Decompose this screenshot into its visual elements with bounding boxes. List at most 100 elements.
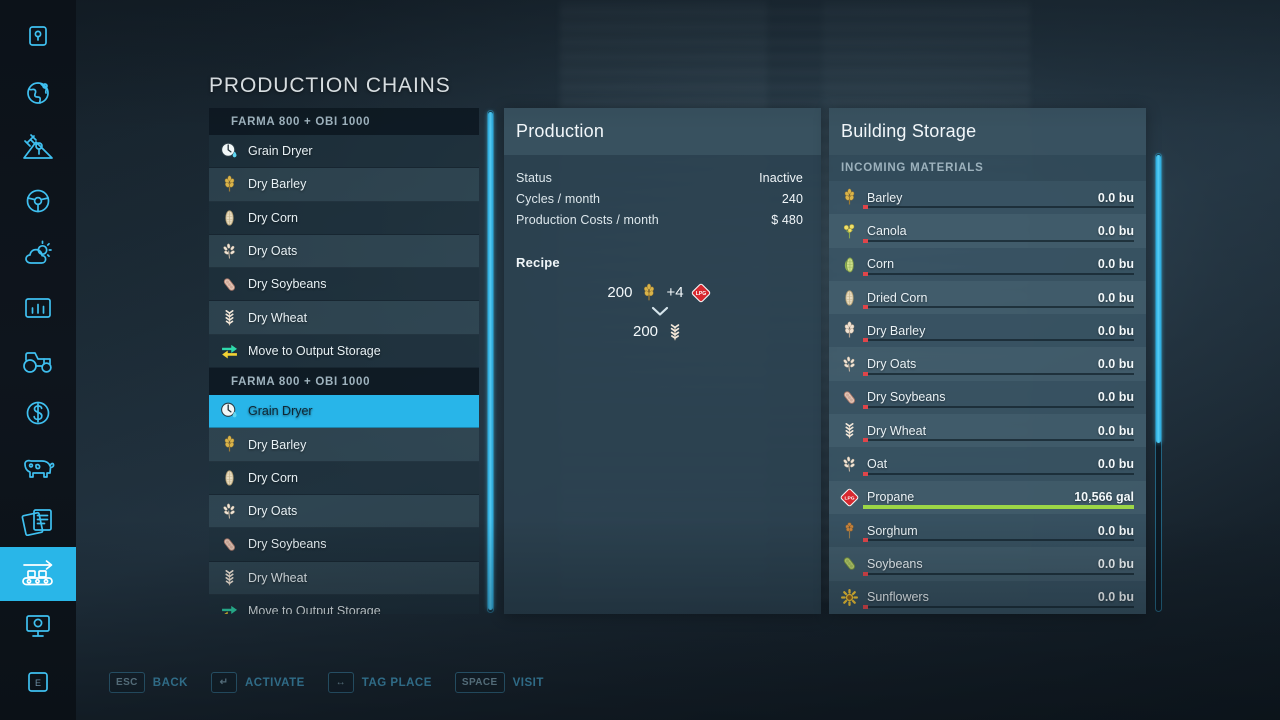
production-chain-list-panel: FARMA 800 + OBI 1000 Grain Dryer Dry Bar… <box>209 108 479 614</box>
steering-wheel-icon <box>22 185 54 217</box>
chain-list-item-label: Dry Soybeans <box>248 277 327 292</box>
chain-list-item[interactable]: Dry Soybeans <box>209 528 479 562</box>
sidebar-item-help-key[interactable]: E <box>0 655 76 709</box>
sidebar-item-map-marker[interactable] <box>0 10 76 64</box>
chain-list-item[interactable]: Dry Corn <box>209 461 479 495</box>
chain-list-item-label: Grain Dryer <box>248 144 313 159</box>
chain-list-item[interactable]: Dry Wheat <box>209 561 479 595</box>
production-stat-row: Cycles / month 240 <box>516 188 803 209</box>
help-action[interactable]: ESC BACK <box>109 672 188 693</box>
production-stat-label: Status <box>516 170 553 185</box>
chain-list-item[interactable]: Dry Corn <box>209 201 479 235</box>
production-stats: Status Inactive Cycles / month 240 Productio… <box>516 167 803 230</box>
storage-row[interactable]: Oat 0.0 bu <box>829 447 1146 481</box>
production-chain-list[interactable]: FARMA 800 + OBI 1000 Grain Dryer Dry Bar… <box>209 108 479 614</box>
chain-list-item-label: Dry Corn <box>248 210 299 225</box>
help-action-label: TAG PLACE <box>361 676 432 689</box>
building-storage-title: Building Storage <box>829 108 1146 155</box>
storage-row[interactable]: Soybeans 0.0 bu <box>829 547 1146 581</box>
chain-list-item-label: Dry Barley <box>248 177 307 192</box>
chain-list-item[interactable]: Grain Dryer <box>209 135 479 169</box>
sidebar-item-weather[interactable] <box>0 228 76 282</box>
sidebar-item-steering-wheel[interactable] <box>0 174 76 228</box>
chain-list-item[interactable]: Dry Oats <box>209 234 479 269</box>
chain-list-item-label: Dry Oats <box>248 244 298 259</box>
dry-wheat-icon <box>664 321 686 342</box>
help-action[interactable]: ↔ TAG PLACE <box>327 672 432 693</box>
chain-list-item[interactable]: Move to Output Storage <box>209 334 479 369</box>
sidebar-item-vehicles[interactable] <box>0 334 76 388</box>
soybeans-icon <box>219 534 240 555</box>
recipe-inputs: 200 +4 LPG <box>516 282 803 303</box>
sidebar-item-construction[interactable] <box>0 599 76 653</box>
move-arrows-icon <box>219 340 240 361</box>
storage-row[interactable]: Dry Oats 0.0 bu <box>829 347 1146 381</box>
storage-row-label: Soybeans <box>867 556 923 571</box>
chain-list-item[interactable]: Move to Output Storage <box>209 594 479 614</box>
storage-row-value: 0.0 bu <box>1097 190 1134 205</box>
dried-corn-icon <box>219 207 240 228</box>
sidebar-item-animals[interactable] <box>0 441 76 495</box>
help-action-label: ACTIVATE <box>245 676 305 689</box>
storage-fill-bar <box>863 238 1134 243</box>
sidebar-item-globe[interactable] <box>0 66 76 120</box>
storage-item-list[interactable]: Barley 0.0 bu Canola 0.0 bu Corn 0.0 bu Dri… <box>829 181 1146 614</box>
animals-icon <box>20 454 56 482</box>
chain-list-item[interactable]: Grain Dryer <box>209 395 479 429</box>
help-action-label: VISIT <box>512 676 544 689</box>
storage-fill-bar <box>863 438 1134 443</box>
storage-fill-bar <box>863 205 1134 210</box>
storage-row-value: 10,566 gal <box>1074 490 1134 505</box>
storage-row[interactable]: Dried Corn 0.0 bu <box>829 280 1146 315</box>
chain-list-item[interactable]: Dry Barley <box>209 428 479 462</box>
sidebar-item-contracts[interactable] <box>0 494 76 548</box>
storage-row[interactable]: Dry Wheat 0.0 bu <box>829 414 1146 448</box>
storage-fill-bar <box>863 471 1134 476</box>
chain-list-item[interactable]: Dry Barley <box>209 168 479 202</box>
storage-row[interactable]: Barley 0.0 bu <box>829 181 1146 215</box>
chain-list-scrollbar[interactable] <box>487 110 494 613</box>
storage-fill-bar <box>863 504 1134 509</box>
storage-row-value: 0.0 bu <box>1097 223 1134 238</box>
production-stat-value: $ 480 <box>771 212 803 227</box>
barley-icon <box>839 187 860 208</box>
storage-row-value: 0.0 bu <box>1097 290 1134 305</box>
sidebar-item-finances[interactable] <box>0 386 76 440</box>
storage-row[interactable]: Sorghum 0.0 bu <box>829 513 1146 548</box>
sidebar-item-statistics[interactable] <box>0 281 76 335</box>
incoming-materials-label: INCOMING MATERIALS <box>841 162 984 174</box>
help-action[interactable]: ↵ ACTIVATE <box>211 672 305 693</box>
help-key-cap: ↵ <box>211 672 237 693</box>
storage-row[interactable]: Canola 0.0 bu <box>829 214 1146 248</box>
move-arrows-icon <box>219 601 240 614</box>
chain-list-scrollbar-thumb[interactable] <box>488 112 493 610</box>
chain-list-item[interactable]: Dry Oats <box>209 494 479 529</box>
chain-group-header: FARMA 800 + OBI 1000 <box>209 368 479 396</box>
svg-text:LPG: LPG <box>844 495 854 501</box>
soybeans-icon <box>219 274 240 295</box>
storage-row-label: Sorghum <box>867 523 918 538</box>
storage-list-scrollbar-thumb[interactable] <box>1156 155 1161 443</box>
vehicles-icon <box>20 347 56 375</box>
chain-list-item[interactable]: Dry Wheat <box>209 301 479 335</box>
storage-row-value: 0.0 bu <box>1097 556 1134 571</box>
sidebar-item-production[interactable] <box>0 547 76 601</box>
storage-row[interactable]: Dry Soybeans 0.0 bu <box>829 380 1146 415</box>
production-icon <box>18 559 58 589</box>
storage-list-scrollbar[interactable] <box>1155 153 1162 612</box>
storage-row[interactable]: Corn 0.0 bu <box>829 247 1146 281</box>
dry-oats-icon <box>839 354 860 375</box>
storage-row[interactable]: Sunflowers 0.0 bu <box>829 580 1146 614</box>
storage-row-label: Dry Oats <box>867 357 917 372</box>
grain-dryer-icon <box>219 141 240 162</box>
barley-icon <box>219 434 240 455</box>
storage-row[interactable]: Dry Barley 0.0 bu <box>829 314 1146 348</box>
globe-icon <box>22 77 54 109</box>
help-action[interactable]: SPACE VISIT <box>454 672 544 693</box>
dry-wheat-icon <box>839 420 860 441</box>
storage-row[interactable]: LPG Propane 10,566 gal <box>829 480 1146 514</box>
wheat-icon <box>219 567 240 588</box>
storage-fill-bar <box>863 305 1134 310</box>
sidebar-item-satellite-map[interactable] <box>0 120 76 174</box>
chain-list-item[interactable]: Dry Soybeans <box>209 268 479 302</box>
